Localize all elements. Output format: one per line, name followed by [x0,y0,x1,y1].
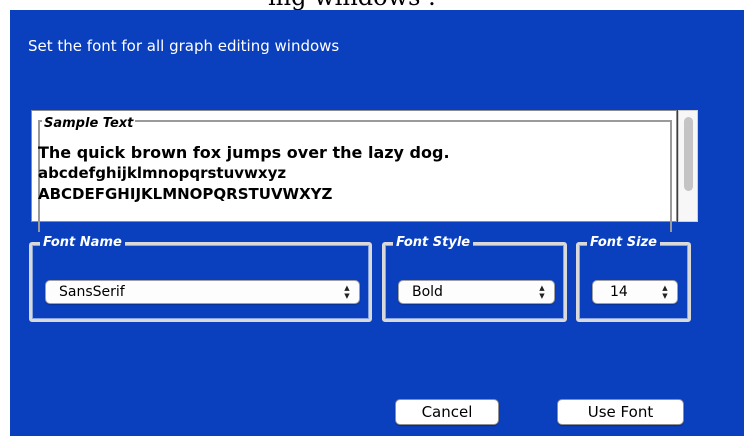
sample-text-legend: Sample Text [42,116,136,131]
clipped-caption-text: ing windows . [268,0,436,10]
font-size-legend: Font Size [587,235,660,251]
sample-text-lines: The quick brown fox jumps over the lazy … [38,142,450,205]
up-down-chevron-icon: ▲ ▼ [344,284,350,300]
up-down-chevron-icon: ▲ ▼ [662,284,668,300]
sample-scrollbar-thumb[interactable] [684,117,693,191]
font-style-value: Bold [412,284,443,300]
use-font-button[interactable]: Use Font [557,399,684,425]
up-down-chevron-icon: ▲ ▼ [539,284,545,300]
font-size-group: Font Size 14 ▲ ▼ [576,235,691,322]
sample-text-area[interactable]: Sample Text The quick brown fox jumps ov… [31,110,677,232]
font-style-legend: Font Style [393,235,474,251]
sample-scrollbar[interactable] [678,110,698,222]
font-size-select[interactable]: 14 ▲ ▼ [592,280,678,304]
sample-line-uppercase: ABCDEFGHIJKLMNOPQRSTUVWXYZ [38,185,333,203]
font-name-value: SansSerif [59,284,125,300]
font-style-group: Font Style Bold ▲ ▼ [382,235,567,322]
font-dialog: Set the font for all graph editing windo… [10,10,744,436]
cancel-button[interactable]: Cancel [395,399,499,425]
font-name-select[interactable]: SansSerif ▲ ▼ [45,280,360,304]
font-name-legend: Font Name [40,235,125,251]
sample-line-sentence: The quick brown fox jumps over the lazy … [38,143,450,162]
font-style-select[interactable]: Bold ▲ ▼ [398,280,555,304]
instruction-text: Set the font for all graph editing windo… [28,37,340,55]
clipped-caption-strip: ing windows . [0,0,744,10]
font-name-group: Font Name SansSerif ▲ ▼ [29,235,372,322]
sample-line-lowercase: abcdefghijklmnopqrstuvwxyz [38,164,287,182]
font-size-value: 14 [610,284,628,300]
